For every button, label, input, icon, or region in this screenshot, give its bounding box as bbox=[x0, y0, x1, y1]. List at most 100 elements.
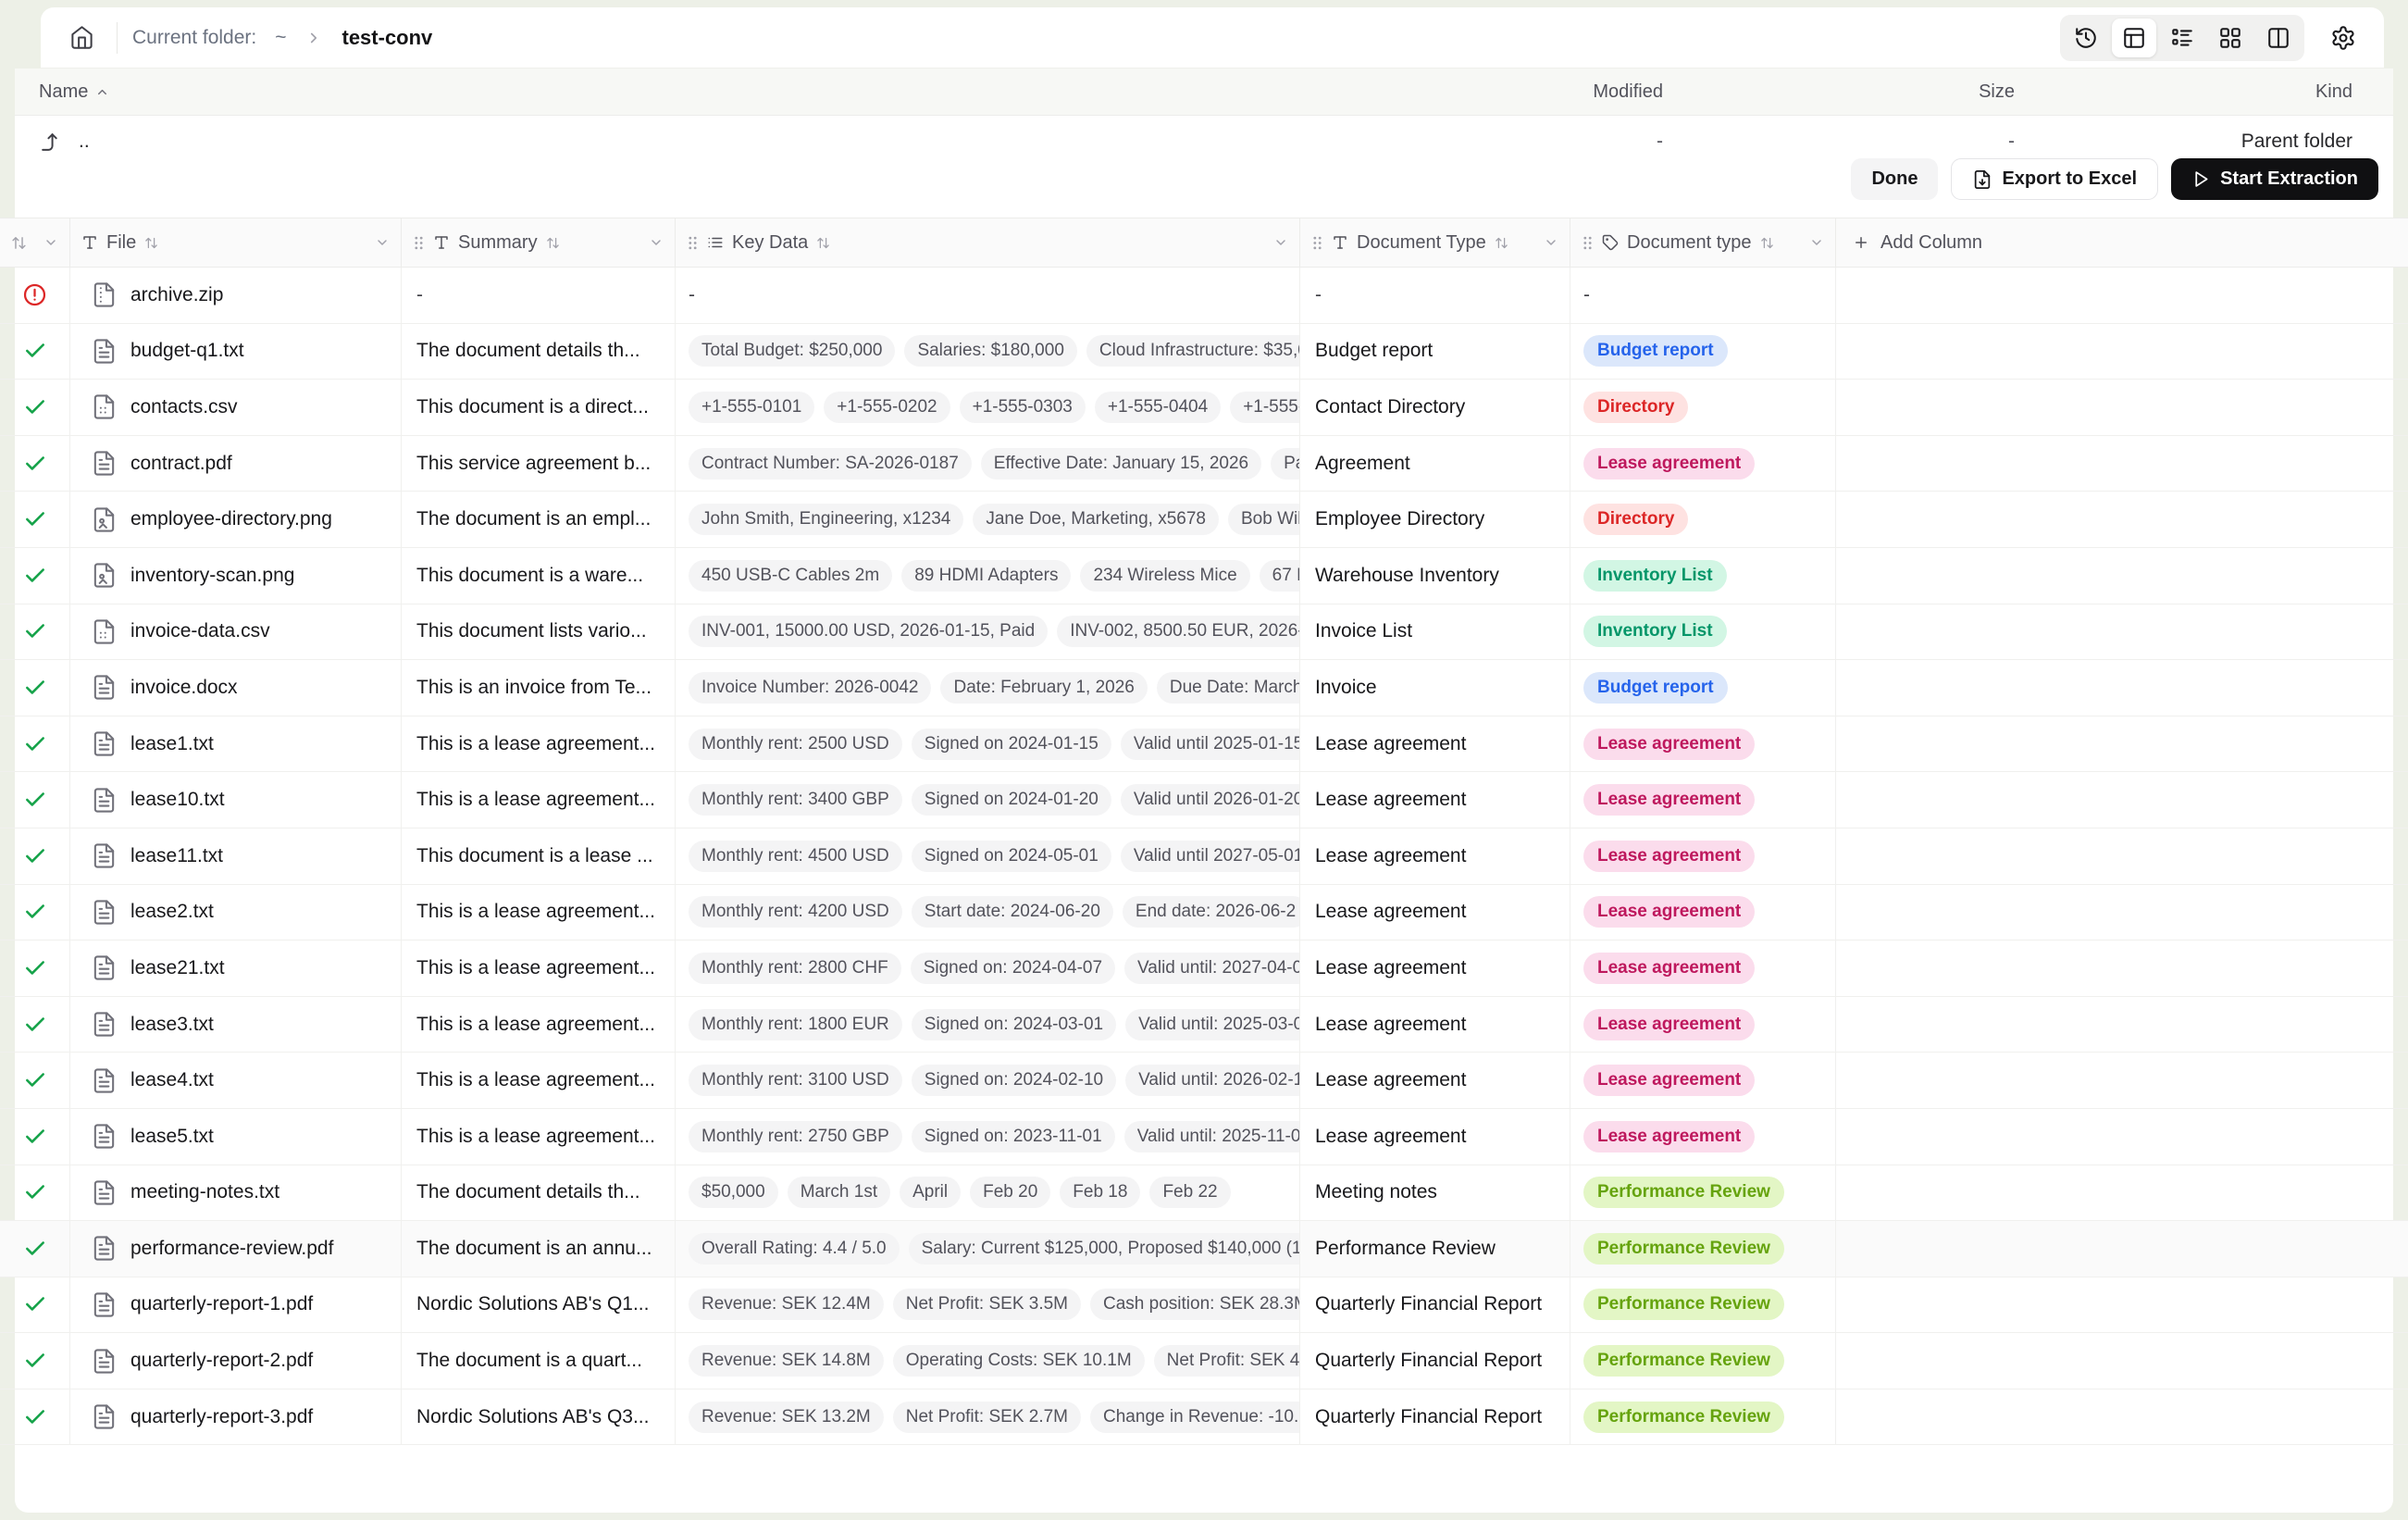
summary-cell[interactable]: This document is a direct... bbox=[402, 380, 676, 435]
table-row[interactable]: invoice-data.csvThis document lists vari… bbox=[0, 604, 2408, 661]
file-cell[interactable]: invoice.docx bbox=[70, 660, 402, 716]
file-cell[interactable]: inventory-scan.png bbox=[70, 548, 402, 604]
file-cell[interactable]: lease2.txt bbox=[70, 885, 402, 941]
document-type-cell[interactable]: Lease agreement bbox=[1300, 997, 1570, 1053]
table-row[interactable]: lease10.txtThis is a lease agreement...M… bbox=[0, 772, 2408, 829]
file-cell[interactable]: contract.pdf bbox=[70, 436, 402, 492]
document-type-cell[interactable]: Performance Review bbox=[1300, 1221, 1570, 1277]
table-row[interactable]: quarterly-report-2.pdfThe document is a … bbox=[0, 1333, 2408, 1389]
table-row[interactable]: inventory-scan.pngThis document is a war… bbox=[0, 548, 2408, 604]
file-cell[interactable]: archive.zip bbox=[70, 268, 402, 323]
grid-header-file[interactable]: File bbox=[70, 218, 402, 267]
document-type-cell[interactable]: Quarterly Financial Report bbox=[1300, 1389, 1570, 1445]
table-row[interactable]: lease4.txtThis is a lease agreement...Mo… bbox=[0, 1053, 2408, 1109]
document-tag-cell[interactable]: Lease agreement bbox=[1570, 772, 1836, 828]
key-data-cell[interactable]: 450 USB-C Cables 2m89 HDMI Adapters234 W… bbox=[676, 548, 1300, 604]
summary-cell[interactable]: The document is a quart... bbox=[402, 1333, 676, 1389]
chevron-down-icon[interactable] bbox=[649, 235, 664, 250]
document-tag-cell[interactable]: Lease agreement bbox=[1570, 1053, 1836, 1108]
summary-cell[interactable]: This is a lease agreement... bbox=[402, 1053, 676, 1108]
key-data-cell[interactable]: Revenue: SEK 14.8MOperating Costs: SEK 1… bbox=[676, 1333, 1300, 1389]
summary-cell[interactable]: This document is a ware... bbox=[402, 548, 676, 604]
document-tag-cell[interactable]: Lease agreement bbox=[1570, 716, 1836, 772]
file-cell[interactable]: lease4.txt bbox=[70, 1053, 402, 1108]
grid-header-summary[interactable]: Summary bbox=[402, 218, 676, 267]
document-type-cell[interactable]: Lease agreement bbox=[1300, 941, 1570, 996]
table-row[interactable]: lease2.txtThis is a lease agreement...Mo… bbox=[0, 885, 2408, 941]
document-type-cell[interactable]: - bbox=[1300, 268, 1570, 323]
drag-handle-icon[interactable] bbox=[1311, 236, 1323, 250]
key-data-cell[interactable]: Monthly rent: 2500 USDSigned on 2024-01-… bbox=[676, 716, 1300, 772]
add-column-button[interactable]: Add Column bbox=[1836, 218, 2408, 267]
document-type-cell[interactable]: Lease agreement bbox=[1300, 829, 1570, 884]
key-data-cell[interactable]: Revenue: SEK 12.4MNet Profit: SEK 3.5MCa… bbox=[676, 1277, 1300, 1333]
key-data-cell[interactable]: Monthly rent: 1800 EURSigned on: 2024-03… bbox=[676, 997, 1300, 1053]
summary-cell[interactable]: This document is a lease ... bbox=[402, 829, 676, 884]
home-button[interactable] bbox=[61, 19, 102, 57]
chevron-down-icon[interactable] bbox=[375, 235, 390, 250]
column-header-kind[interactable]: Kind bbox=[2015, 81, 2393, 103]
document-type-cell[interactable]: Meeting notes bbox=[1300, 1165, 1570, 1221]
document-type-cell[interactable]: Contact Directory bbox=[1300, 380, 1570, 435]
key-data-cell[interactable]: Monthly rent: 3400 GBPSigned on 2024-01-… bbox=[676, 772, 1300, 828]
grid-header-status-column[interactable] bbox=[0, 218, 70, 267]
summary-cell[interactable]: Nordic Solutions AB's Q3... bbox=[402, 1389, 676, 1445]
document-type-cell[interactable]: Lease agreement bbox=[1300, 885, 1570, 941]
document-tag-cell[interactable]: Lease agreement bbox=[1570, 885, 1836, 941]
key-data-cell[interactable]: Overall Rating: 4.4 / 5.0Salary: Current… bbox=[676, 1221, 1300, 1277]
document-tag-cell[interactable]: Inventory List bbox=[1570, 604, 1836, 660]
file-cell[interactable]: lease10.txt bbox=[70, 772, 402, 828]
columns-view-button[interactable] bbox=[2256, 19, 2301, 57]
summary-cell[interactable]: This service agreement b... bbox=[402, 436, 676, 492]
drag-handle-icon[interactable] bbox=[687, 236, 699, 250]
table-row[interactable]: budget-q1.txtThe document details th...T… bbox=[0, 324, 2408, 380]
grid-view-button[interactable] bbox=[2208, 19, 2253, 57]
key-data-cell[interactable]: - bbox=[676, 268, 1300, 323]
chevron-down-icon[interactable] bbox=[43, 235, 58, 250]
summary-cell[interactable]: This is a lease agreement... bbox=[402, 885, 676, 941]
document-type-cell[interactable]: Lease agreement bbox=[1300, 772, 1570, 828]
table-row[interactable]: performance-review.pdfThe document is an… bbox=[0, 1221, 2408, 1277]
document-tag-cell[interactable]: Performance Review bbox=[1570, 1221, 1836, 1277]
summary-cell[interactable]: The document is an annu... bbox=[402, 1221, 676, 1277]
summary-cell[interactable]: The document details th... bbox=[402, 324, 676, 380]
summary-cell[interactable]: The document is an empl... bbox=[402, 492, 676, 547]
summary-cell[interactable]: The document details th... bbox=[402, 1165, 676, 1221]
key-data-cell[interactable]: Monthly rent: 3100 USDSigned on: 2024-02… bbox=[676, 1053, 1300, 1108]
chevron-down-icon[interactable] bbox=[1809, 235, 1824, 250]
file-cell[interactable]: lease5.txt bbox=[70, 1109, 402, 1165]
document-type-cell[interactable]: Invoice List bbox=[1300, 604, 1570, 660]
key-data-cell[interactable]: Monthly rent: 2750 GBPSigned on: 2023-11… bbox=[676, 1109, 1300, 1165]
key-data-cell[interactable]: Revenue: SEK 13.2MNet Profit: SEK 2.7MCh… bbox=[676, 1389, 1300, 1445]
table-row[interactable]: lease21.txtThis is a lease agreement...M… bbox=[0, 941, 2408, 997]
done-button[interactable]: Done bbox=[1851, 158, 1938, 200]
history-view-button[interactable] bbox=[2064, 19, 2108, 57]
table-row[interactable]: employee-directory.pngThe document is an… bbox=[0, 492, 2408, 548]
table-row[interactable]: archive.zip---- bbox=[0, 268, 2408, 324]
document-tag-cell[interactable]: Lease agreement bbox=[1570, 1109, 1836, 1165]
document-tag-cell[interactable]: Lease agreement bbox=[1570, 436, 1836, 492]
key-data-cell[interactable]: John Smith, Engineering, x1234Jane Doe, … bbox=[676, 492, 1300, 547]
grid-header-document-type[interactable]: Document Type bbox=[1300, 218, 1570, 267]
summary-cell[interactable]: This is an invoice from Te... bbox=[402, 660, 676, 716]
table-row[interactable]: lease11.txtThis document is a lease ...M… bbox=[0, 829, 2408, 885]
document-type-cell[interactable]: Agreement bbox=[1300, 436, 1570, 492]
drag-handle-icon[interactable] bbox=[1582, 236, 1594, 250]
document-tag-cell[interactable]: - bbox=[1570, 268, 1836, 323]
settings-button[interactable] bbox=[2323, 19, 2364, 57]
column-header-size[interactable]: Size bbox=[1663, 81, 2015, 103]
key-data-cell[interactable]: $50,000March 1stAprilFeb 20Feb 18Feb 22 bbox=[676, 1165, 1300, 1221]
chevron-down-icon[interactable] bbox=[1544, 235, 1558, 250]
table-row[interactable]: quarterly-report-3.pdfNordic Solutions A… bbox=[0, 1389, 2408, 1446]
drag-handle-icon[interactable] bbox=[413, 236, 425, 250]
summary-cell[interactable]: This is a lease agreement... bbox=[402, 997, 676, 1053]
table-row[interactable]: quarterly-report-1.pdfNordic Solutions A… bbox=[0, 1277, 2408, 1334]
list-view-button[interactable] bbox=[2160, 19, 2204, 57]
breadcrumb-root[interactable]: ~ bbox=[271, 27, 290, 49]
document-tag-cell[interactable]: Lease agreement bbox=[1570, 997, 1836, 1053]
key-data-cell[interactable]: Monthly rent: 2800 CHFSigned on: 2024-04… bbox=[676, 941, 1300, 996]
file-cell[interactable]: quarterly-report-2.pdf bbox=[70, 1333, 402, 1389]
grid-header-document-tag[interactable]: Document type bbox=[1570, 218, 1836, 267]
file-cell[interactable]: quarterly-report-1.pdf bbox=[70, 1277, 402, 1333]
document-tag-cell[interactable]: Performance Review bbox=[1570, 1277, 1836, 1333]
